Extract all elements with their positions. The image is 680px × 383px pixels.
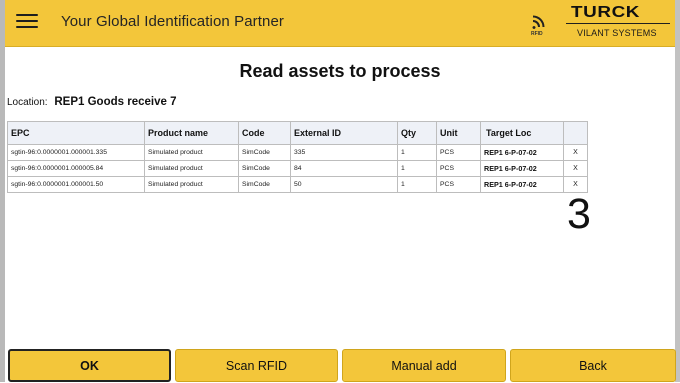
menu-line [16,26,38,28]
code-cell: SimCode [238,176,291,193]
table-row[interactable]: sgtin-96:0.0000001.000001.50 Simulated p… [7,176,588,193]
column-header-qty[interactable]: Qty [397,121,437,145]
rfid-label: RFID [531,31,543,37]
target-loc-cell: REP1 6-P-07-02 [480,144,564,161]
target-loc-cell: REP1 6-P-07-02 [480,160,564,177]
rfid-icon [532,15,545,29]
qty-cell: 1 [397,160,437,177]
header-bar: Your Global Identification Partner RFID … [5,0,675,47]
logo-text: TURCK [571,4,641,21]
unit-cell: PCS [436,160,481,177]
external-id-cell: 50 [290,176,398,193]
external-id-cell: 84 [290,160,398,177]
hamburger-menu-icon[interactable] [16,12,38,30]
column-header-external-id[interactable]: External ID [290,121,398,145]
header-title: Your Global Identification Partner [61,13,284,30]
logo-subtitle: VILANT SYSTEMS [577,28,657,38]
scan-rfid-button[interactable]: Scan RFID [175,349,338,382]
code-cell: SimCode [238,160,291,177]
location-label: Location: [7,97,48,108]
epc-cell: sgtin-96:0.0000001.000001.50 [7,176,145,193]
target-loc-cell: REP1 6-P-07-02 [480,176,564,193]
menu-line [16,20,38,22]
location-line: Location: REP1 Goods receive 7 [7,96,176,108]
epc-cell: sgtin-96:0.0000001.000005.84 [7,160,145,177]
table-row[interactable]: sgtin-96:0.0000001.000005.84 Simulated p… [7,160,588,177]
unit-cell: PCS [436,176,481,193]
product-name-cell: Simulated product [144,176,239,193]
logo-divider [566,23,670,24]
column-header-product-name[interactable]: Product name [144,121,239,145]
product-name-cell: Simulated product [144,144,239,161]
page-title: Read assets to process [239,61,441,81]
manual-add-button[interactable]: Manual add [342,349,506,382]
assets-table: EPC Product name Code External ID Qty Un… [7,121,588,193]
location-value: REP1 Goods receive 7 [54,96,177,108]
unit-cell: PCS [436,144,481,161]
column-header-code[interactable]: Code [238,121,291,145]
back-button[interactable]: Back [510,349,676,382]
left-page-edge [0,0,5,382]
remove-row-button[interactable]: X [563,160,588,177]
qty-cell: 1 [397,144,437,161]
turck-logo: TURCK VILANT SYSTEMS [563,0,675,46]
column-header-unit[interactable]: Unit [436,121,481,145]
table-row[interactable]: sgtin-96:0.0000001.000001.335 Simulated … [7,144,588,161]
remove-row-button[interactable]: X [563,144,588,161]
product-name-cell: Simulated product [144,160,239,177]
ok-button[interactable]: OK [8,349,171,382]
column-header-target-loc[interactable]: Target Loc [480,121,564,145]
menu-line [16,14,38,16]
code-cell: SimCode [238,144,291,161]
right-page-edge [675,0,680,382]
asset-count: 3 [567,190,591,238]
qty-cell: 1 [397,176,437,193]
column-header-epc[interactable]: EPC [7,121,145,145]
external-id-cell: 335 [290,144,398,161]
epc-cell: sgtin-96:0.0000001.000001.335 [7,144,145,161]
table-header-row: EPC Product name Code External ID Qty Un… [7,121,588,145]
column-header-delete [563,121,588,145]
